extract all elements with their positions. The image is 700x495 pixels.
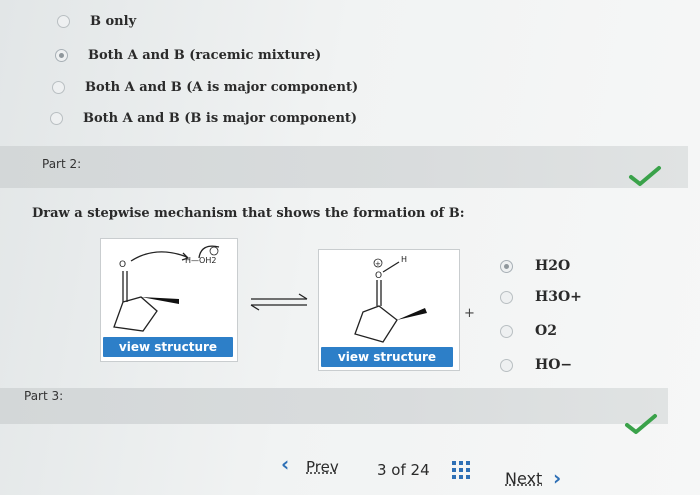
grid-icon[interactable]: [452, 461, 470, 479]
part3-header: [0, 388, 668, 424]
reagent-h2o[interactable]: H2O: [500, 258, 570, 274]
option-both-b-major[interactable]: Both A and B (B is major component): [50, 111, 357, 126]
structure-box-1[interactable]: O H—OH2 view structure: [100, 238, 238, 362]
part2-title: Part 2:: [42, 157, 82, 171]
part3-title: Part 3:: [24, 389, 64, 403]
question-page: B only Both A and B (racemic mixture) Bo…: [0, 0, 700, 495]
option-both-a-major[interactable]: Both A and B (A is major component): [52, 80, 358, 95]
radio-o2[interactable]: [500, 324, 513, 338]
equilibrium-arrows-icon: [250, 293, 308, 311]
mechanism-prompt: Draw a stepwise mechanism that shows the…: [32, 206, 465, 221]
check-icon: [629, 166, 661, 186]
page-counter: 3 of 24: [377, 461, 430, 479]
svg-text:H: H: [401, 255, 407, 264]
radio-both-b-major[interactable]: [50, 112, 63, 125]
radio-h3o[interactable]: [500, 290, 513, 304]
h-oh2-label: H—OH2: [185, 256, 216, 265]
radio-h2o[interactable]: [500, 259, 513, 273]
view-structure-button-2[interactable]: view structure: [321, 347, 453, 367]
option-label: Both A and B (A is major component): [85, 80, 359, 95]
reagent-h3o[interactable]: H3O+: [500, 289, 582, 305]
option-label: Both A and B (B is major component): [83, 111, 358, 126]
reagent-label: H2O: [535, 258, 571, 274]
reagent-ho[interactable]: HO−: [500, 357, 572, 373]
reagent-o2[interactable]: O2: [500, 323, 557, 339]
radio-both-a-major[interactable]: [52, 81, 65, 94]
option-both-racemic[interactable]: Both A and B (racemic mixture): [55, 48, 321, 63]
next-link[interactable]: Next: [505, 469, 542, 488]
chevron-right-icon[interactable]: ›: [553, 466, 561, 490]
radio-b-only[interactable]: [57, 15, 70, 28]
option-label: Both A and B (racemic mixture): [88, 48, 322, 63]
check-icon: [625, 414, 657, 434]
svg-text:O: O: [119, 260, 126, 270]
radio-both-racemic[interactable]: [55, 49, 68, 62]
reagent-label: O2: [535, 323, 557, 339]
chevron-left-icon[interactable]: ‹: [281, 452, 289, 476]
plus-sign: +: [464, 306, 475, 321]
structure-box-2[interactable]: O H + view structure: [318, 249, 460, 371]
radio-ho[interactable]: [500, 358, 513, 372]
svg-text:O: O: [375, 271, 382, 281]
structure-2-drawing: O H +: [354, 255, 427, 343]
prev-link[interactable]: Prev: [306, 458, 339, 476]
part2-header: [0, 146, 688, 188]
reagent-label: H3O+: [535, 289, 582, 305]
option-b-only[interactable]: B only: [57, 14, 136, 29]
svg-text:+: +: [375, 260, 381, 268]
view-structure-button-1[interactable]: view structure: [103, 337, 233, 357]
option-label: B only: [90, 14, 137, 29]
structure-1-drawing: O H—OH2: [113, 245, 220, 332]
reagent-label: HO−: [535, 357, 573, 373]
